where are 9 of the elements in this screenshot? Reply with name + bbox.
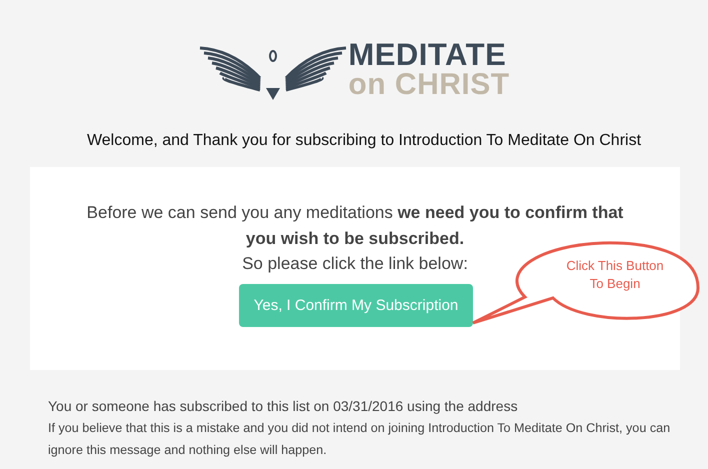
logo-text: MEDITATE bbox=[348, 38, 508, 70]
logo-subtext: on CHRIST bbox=[348, 70, 510, 100]
instruction-text: So please click the link below: bbox=[242, 254, 468, 274]
footer-text: If you believe that this is a mistake and you did not intend on joining Introduction To Meditate On Christ, you can ignore this message and nothing else will happen. bbox=[48, 420, 672, 459]
welcome-heading: Welcome, and Thank you for subscribing to Introduction To Meditate On Christ bbox=[86, 132, 642, 150]
confirm-subscription-button[interactable]: Yes, I Confirm My Subscription bbox=[238, 284, 474, 327]
confirmation-message: Before we can send you any meditations we need you to confirm that you wish to be subscribed. bbox=[86, 202, 624, 250]
callout-text: Click This Button To Begin bbox=[565, 257, 665, 293]
footer-text: You or someone has subscribed to this list on 03/31/2016 using the address bbox=[48, 397, 519, 416]
